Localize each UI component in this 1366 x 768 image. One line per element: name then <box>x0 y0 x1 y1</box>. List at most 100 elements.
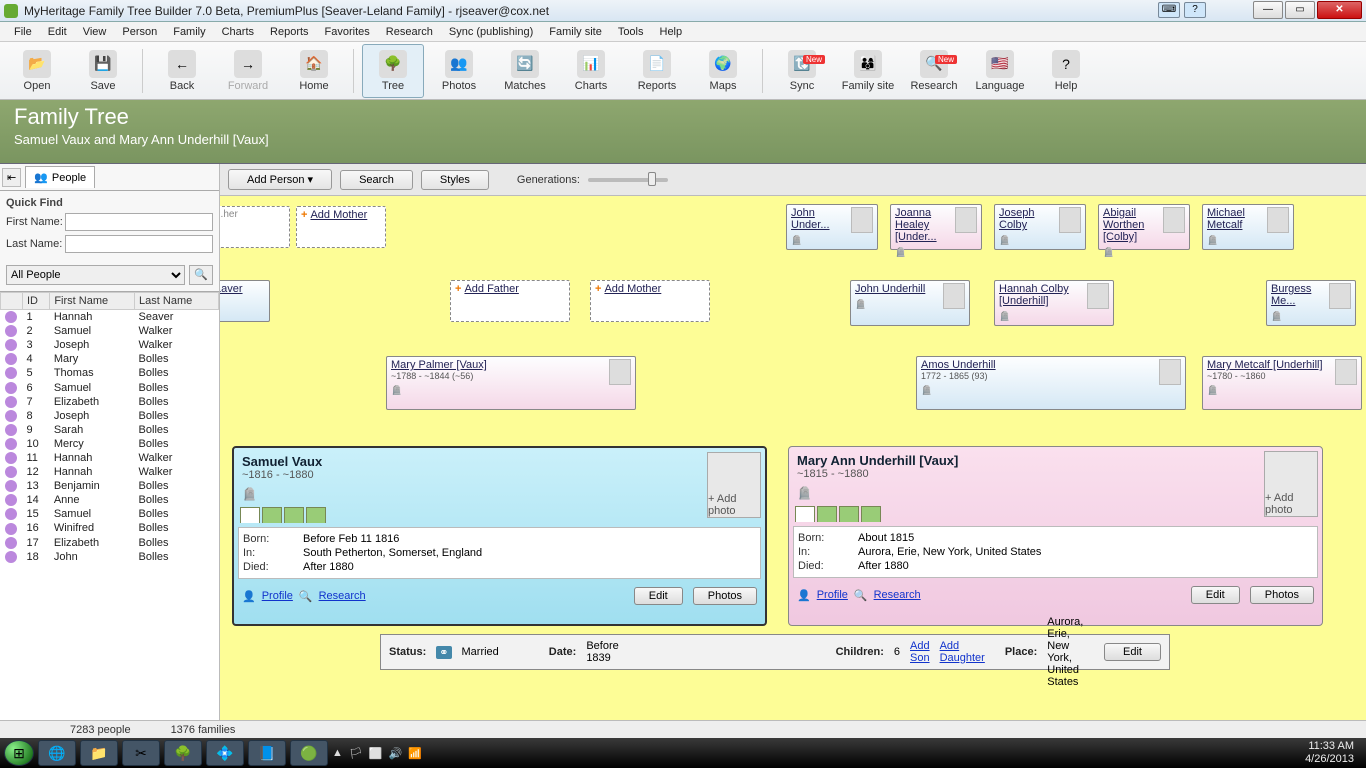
taskbar-chrome[interactable]: 🌐 <box>38 740 76 766</box>
ancestor-node[interactable]: John Under...🪦 <box>786 204 878 250</box>
person-row[interactable]: 10MercyBolles <box>1 437 219 451</box>
person1-avatar[interactable]: + Add photo <box>707 452 761 518</box>
minimize-button[interactable]: — <box>1253 1 1283 19</box>
edit-person2-button[interactable]: Edit <box>1191 586 1240 604</box>
menu-favorites[interactable]: Favorites <box>317 22 378 41</box>
styles-button[interactable]: Styles <box>421 170 489 190</box>
menu-research[interactable]: Research <box>378 22 441 41</box>
toolbar-reports-button[interactable]: 📄Reports <box>626 44 688 98</box>
toolbar-sync-button[interactable]: 🔃SyncNew <box>771 44 833 98</box>
person-row[interactable]: 18JohnBolles <box>1 550 219 564</box>
toolbar-forward-button[interactable]: →Forward <box>217 44 279 98</box>
maximize-button[interactable]: ▭ <box>1285 1 1315 19</box>
column-id[interactable]: ID <box>23 293 50 310</box>
toolbar-matches-button[interactable]: 🔄Matches <box>494 44 556 98</box>
edit-family-button[interactable]: Edit <box>1104 643 1161 661</box>
person-row[interactable]: 2SamuelWalker <box>1 324 219 338</box>
taskbar-clock[interactable]: 11:33 AM 4/26/2013 <box>1305 740 1362 766</box>
person-row[interactable]: 6SamuelBolles <box>1 380 219 394</box>
menu-family[interactable]: Family <box>165 22 213 41</box>
person-row[interactable]: 14AnneBolles <box>1 493 219 507</box>
system-tray[interactable]: ▲🏳⬜🔊📶 <box>332 747 422 760</box>
menu-charts[interactable]: Charts <box>214 22 262 41</box>
person-row[interactable]: 3JosephWalker <box>1 338 219 352</box>
people-table[interactable]: IDFirst NameLast Name 1HannahSeaver2Samu… <box>0 291 219 720</box>
generations-slider[interactable] <box>588 178 668 182</box>
lastname-input[interactable] <box>65 235 213 253</box>
toolbar-family-site-button[interactable]: 👨‍👩‍👦Family site <box>837 44 899 98</box>
photos-person2-button[interactable]: Photos <box>1250 586 1314 604</box>
research-link-2[interactable]: Research <box>874 589 921 601</box>
menu-file[interactable]: File <box>6 22 40 41</box>
person2-name[interactable]: Mary Ann Underhill [Vaux] <box>797 453 1314 468</box>
research-link[interactable]: Research <box>319 590 366 602</box>
search-button[interactable]: Search <box>340 170 413 190</box>
photos-person1-button[interactable]: Photos <box>693 587 757 605</box>
person-row[interactable]: 15SamuelBolles <box>1 507 219 521</box>
person-row[interactable]: 9SarahBolles <box>1 423 219 437</box>
profile-link[interactable]: Profile <box>262 590 293 602</box>
ancestor-laver[interactable]: Laver <box>220 280 270 322</box>
collapse-sidebar-button[interactable]: ⇤ <box>2 168 21 187</box>
menu-family-site[interactable]: Family site <box>541 22 610 41</box>
add-father-placeholder[interactable]: +Add Father <box>450 280 570 322</box>
person-row[interactable]: 11HannahWalker <box>1 451 219 465</box>
close-button[interactable]: ✕ <box>1317 1 1362 19</box>
menu-person[interactable]: Person <box>114 22 165 41</box>
ancestor-node[interactable]: Joanna Healey [Under...🪦 <box>890 204 982 250</box>
taskbar-explorer[interactable]: 📁 <box>80 740 118 766</box>
ancestor-node[interactable]: Mary Metcalf [Underhill]~1780 - ~1860🪦 <box>1202 356 1362 410</box>
taskbar-app3[interactable]: 📘 <box>248 740 286 766</box>
column-last-name[interactable]: Last Name <box>135 293 219 310</box>
toolbar-language-button[interactable]: 🇺🇸Language <box>969 44 1031 98</box>
add-ancestor-placeholder[interactable]: ...her <box>220 206 290 248</box>
ancestor-node[interactable]: Abigail Worthen [Colby]🪦 <box>1098 204 1190 250</box>
ancestor-node[interactable]: John Underhill🪦 <box>850 280 970 326</box>
toolbar-save-button[interactable]: 💾Save <box>72 44 134 98</box>
tree-canvas[interactable]: ...her +Add Mother Laver +Add Father +Ad… <box>220 196 1366 720</box>
person-row[interactable]: 4MaryBolles <box>1 352 219 366</box>
people-tab[interactable]: 👥 People <box>25 166 95 188</box>
people-filter-select[interactable]: All People <box>6 265 185 285</box>
help-icon[interactable]: ? <box>1184 2 1206 18</box>
person2-avatar[interactable]: + Add photo <box>1264 451 1318 517</box>
toolbar-open-button[interactable]: 📂Open <box>6 44 68 98</box>
person-row[interactable]: 13BenjaminBolles <box>1 479 219 493</box>
profile-link-2[interactable]: Profile <box>817 589 848 601</box>
add-person-button[interactable]: Add Person <box>228 169 332 190</box>
start-button[interactable]: ⊞ <box>4 740 34 766</box>
edit-person1-button[interactable]: Edit <box>634 587 683 605</box>
toolbar-photos-button[interactable]: 👥Photos <box>428 44 490 98</box>
column-first-name[interactable]: First Name <box>50 293 135 310</box>
toolbar-home-button[interactable]: 🏠Home <box>283 44 345 98</box>
toolbar-charts-button[interactable]: 📊Charts <box>560 44 622 98</box>
firstname-input[interactable] <box>65 213 213 231</box>
person1-name[interactable]: Samuel Vaux <box>242 454 757 469</box>
add-son-link[interactable]: Add Son <box>910 640 930 664</box>
menu-tools[interactable]: Tools <box>610 22 652 41</box>
taskbar-app2[interactable]: 💠 <box>206 740 244 766</box>
add-daughter-link[interactable]: Add Daughter <box>940 640 985 664</box>
add-mother-placeholder-2[interactable]: +Add Mother <box>590 280 710 322</box>
person-row[interactable]: 7ElizabethBolles <box>1 395 219 409</box>
ancestor-node[interactable]: Hannah Colby [Underhill]🪦 <box>994 280 1114 326</box>
menu-edit[interactable]: Edit <box>40 22 75 41</box>
menu-sync-publishing-[interactable]: Sync (publishing) <box>441 22 541 41</box>
toolbar-tree-button[interactable]: 🌳Tree <box>362 44 424 98</box>
ancestor-node[interactable]: Mary Palmer [Vaux]~1788 - ~1844 (~56)🪦 <box>386 356 636 410</box>
person-row[interactable]: 8JosephBolles <box>1 409 219 423</box>
toolbar-back-button[interactable]: ←Back <box>151 44 213 98</box>
taskbar-app1[interactable]: 🌳 <box>164 740 202 766</box>
person-row[interactable]: 16WinifredBolles <box>1 521 219 535</box>
toolbar-help-button[interactable]: ?Help <box>1035 44 1097 98</box>
ancestor-node[interactable]: Michael Metcalf🪦 <box>1202 204 1294 250</box>
person-row[interactable]: 17ElizabethBolles <box>1 536 219 550</box>
search-people-button[interactable]: 🔍 <box>189 265 213 285</box>
ancestor-node[interactable]: Burgess Me...🪦 <box>1266 280 1356 326</box>
add-mother-placeholder[interactable]: +Add Mother <box>296 206 386 248</box>
toolbar-maps-button[interactable]: 🌍Maps <box>692 44 754 98</box>
taskbar-app4[interactable]: 🟢 <box>290 740 328 766</box>
menu-reports[interactable]: Reports <box>262 22 317 41</box>
taskbar-snip[interactable]: ✂ <box>122 740 160 766</box>
menu-help[interactable]: Help <box>652 22 691 41</box>
